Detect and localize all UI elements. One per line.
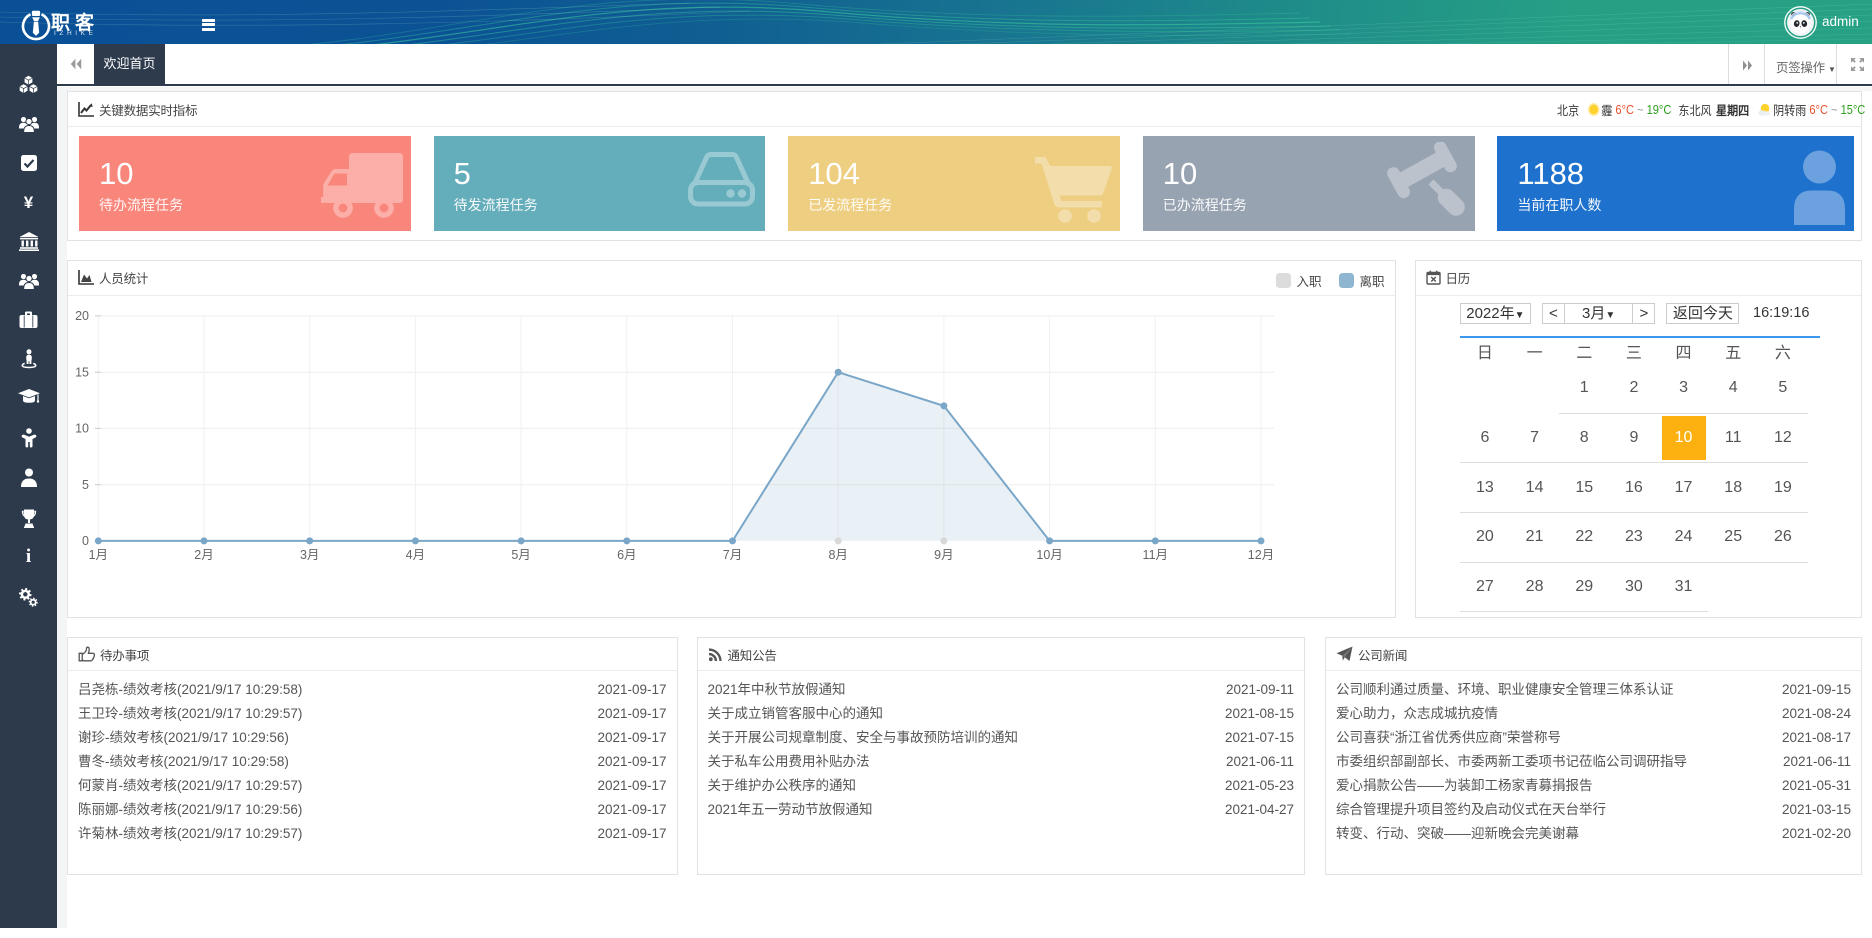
svg-text:5月: 5月 bbox=[511, 548, 530, 562]
svg-text:2月: 2月 bbox=[194, 548, 213, 562]
svg-text:10: 10 bbox=[75, 421, 89, 435]
svg-text:11月: 11月 bbox=[1143, 548, 1168, 562]
svg-text:9月: 9月 bbox=[934, 548, 953, 562]
svg-text:7月: 7月 bbox=[723, 548, 742, 562]
svg-text:6月: 6月 bbox=[617, 548, 636, 562]
svg-text:10月: 10月 bbox=[1036, 548, 1062, 562]
svg-text:8月: 8月 bbox=[828, 548, 847, 562]
svg-text:5: 5 bbox=[82, 477, 89, 491]
svg-text:4月: 4月 bbox=[406, 548, 425, 562]
svg-text:20: 20 bbox=[75, 309, 89, 323]
svg-text:1月: 1月 bbox=[89, 548, 108, 562]
svg-text:3月: 3月 bbox=[300, 548, 319, 562]
svg-text:12月: 12月 bbox=[1248, 548, 1274, 562]
svg-text:0: 0 bbox=[82, 534, 89, 548]
svg-text:15: 15 bbox=[75, 365, 89, 379]
